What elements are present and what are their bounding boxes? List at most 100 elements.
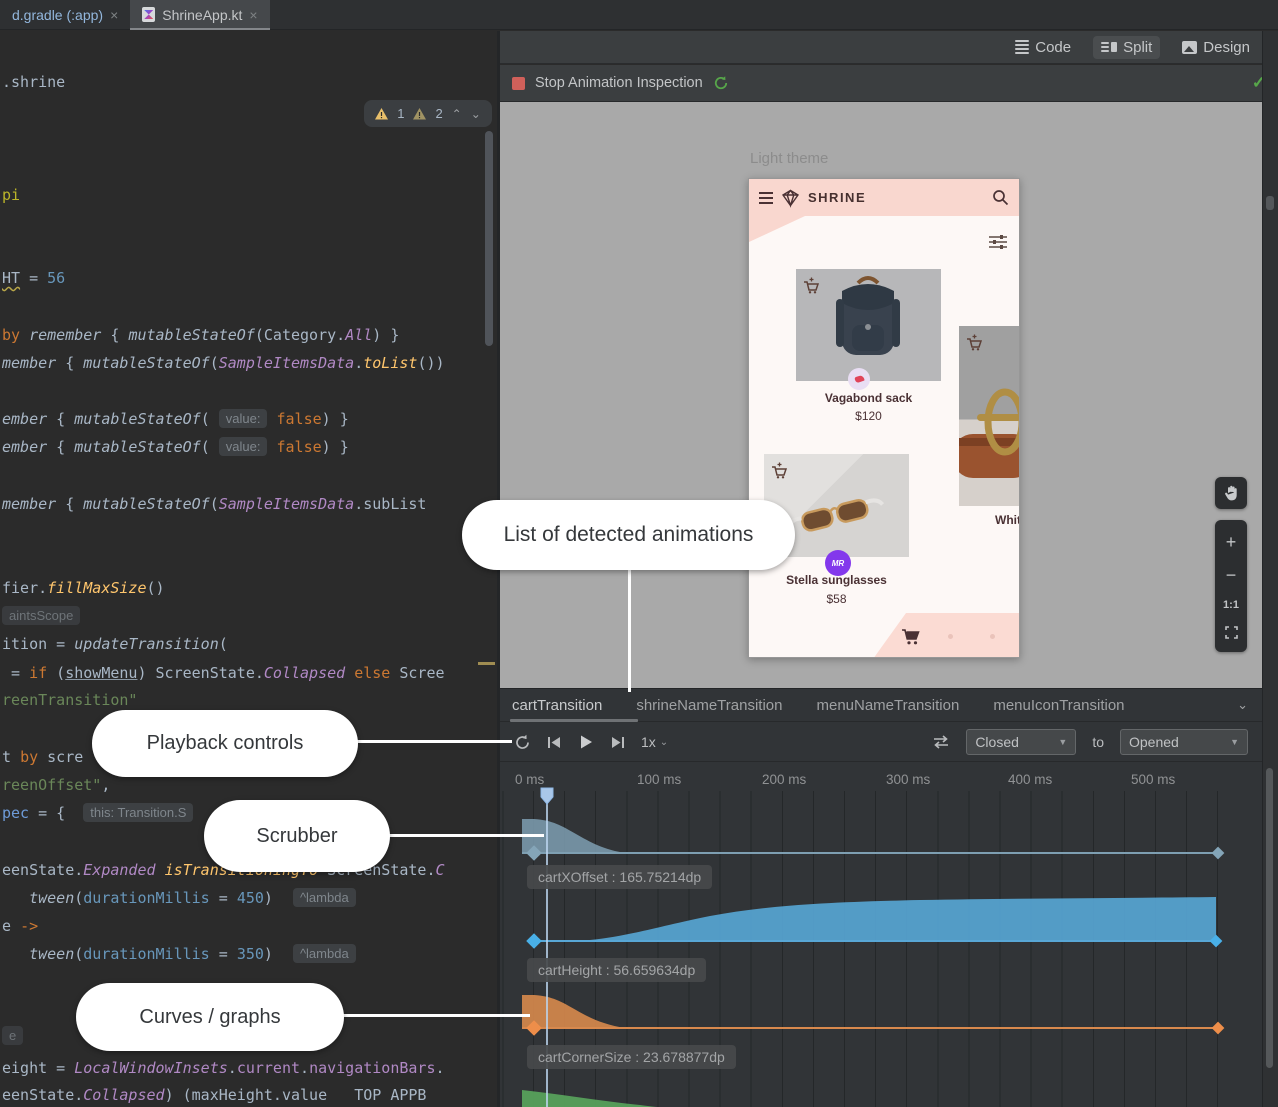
- code-line: tween(durationMillis = 450)^lambda: [2, 887, 356, 909]
- code-line: tween(durationMillis = 350)^lambda: [2, 943, 356, 965]
- fold-marker: [478, 662, 495, 665]
- skip-to-end-icon[interactable]: [610, 735, 625, 750]
- editor-vertical-scrollbar[interactable]: [485, 131, 493, 346]
- code-line: .shrine: [2, 71, 65, 93]
- chevron-down-icon[interactable]: ⌄: [1237, 697, 1248, 713]
- code-line: eight = LocalWindowInsets.current.naviga…: [2, 1057, 445, 1079]
- shrine-app-bar: SHRINE: [749, 179, 1019, 216]
- animation-preview-panel: cartTransition shrineNameTransition menu…: [500, 688, 1262, 1107]
- code-line: reenOffset",: [2, 774, 110, 796]
- stop-icon[interactable]: [512, 77, 525, 90]
- android-studio-window: d.gradle (:app) × ShrineApp.kt × .shrine…: [0, 0, 1278, 1107]
- product-card-belt[interactable]: [959, 326, 1020, 506]
- code-line: pi: [2, 184, 20, 206]
- scrubber-handle[interactable]: [541, 788, 553, 804]
- code-line: reenTransition": [2, 689, 137, 711]
- code-line: member { mutableStateOf(SampleItemsData.…: [2, 352, 445, 374]
- curve-cartXOffset: [522, 819, 1218, 853]
- callout-line-playback: [356, 740, 512, 743]
- add-to-cart-icon[interactable]: [966, 334, 983, 351]
- design-mode-label: Design: [1203, 39, 1250, 56]
- code-mode-icon: [1015, 40, 1029, 54]
- prev-warning-icon[interactable]: ⌃: [452, 107, 462, 121]
- playback-speed-dropdown[interactable]: 1x ⌄: [641, 734, 668, 750]
- chevron-down-icon: ⌄: [660, 737, 668, 748]
- tab-shrineapp-label: ShrineApp.kt: [162, 7, 242, 23]
- cart-bottom-bar[interactable]: [873, 613, 1020, 658]
- code-layer: .shrinepiHT = 56by remember { mutableSta…: [0, 31, 497, 1107]
- close-icon[interactable]: ×: [110, 7, 118, 23]
- code-line: eenState.Collapsed) (maxHeight.value TOP…: [2, 1084, 426, 1106]
- add-to-cart-icon[interactable]: [771, 462, 788, 479]
- from-state-value: Closed: [975, 734, 1019, 750]
- keyframe-diamond[interactable]: [526, 933, 542, 949]
- product-card-vagabond[interactable]: [796, 269, 941, 381]
- code-line: = if (showMenu) ScreenState.Collapsed el…: [2, 662, 445, 684]
- zoom-controls: + − 1:1: [1215, 520, 1247, 652]
- tab-cart-transition[interactable]: cartTransition: [512, 697, 602, 714]
- animation-tabs: cartTransition shrineNameTransition menu…: [500, 689, 1262, 722]
- gutter-mark: [1266, 196, 1274, 210]
- zoom-out-button[interactable]: −: [1226, 566, 1237, 584]
- code-line: by remember { mutableStateOf(Category.Al…: [2, 324, 399, 346]
- to-state-dropdown[interactable]: Opened ▼: [1120, 729, 1248, 755]
- filter-tune-icon[interactable]: [989, 234, 1007, 250]
- skip-to-start-icon[interactable]: [547, 735, 562, 750]
- curve-value-chip: cartHeight : 56.659634dp: [527, 958, 706, 982]
- warning-count-1: 1: [397, 106, 404, 121]
- close-icon[interactable]: ×: [249, 7, 257, 23]
- cart-item-dot: [948, 634, 953, 639]
- keyframe-diamond[interactable]: [1212, 847, 1225, 860]
- from-state-dropdown[interactable]: Closed ▼: [966, 729, 1076, 755]
- design-mode-button[interactable]: Design: [1174, 36, 1258, 59]
- stop-animation-inspection-label[interactable]: Stop Animation Inspection: [535, 75, 703, 91]
- to-state-value: Opened: [1129, 734, 1179, 750]
- loop-icon[interactable]: [514, 734, 531, 751]
- speed-value: 1x: [641, 734, 656, 750]
- editor-tab-bar: d.gradle (:app) × ShrineApp.kt ×: [0, 0, 1278, 30]
- next-warning-icon[interactable]: ⌄: [471, 107, 481, 121]
- tab-menu-name-transition[interactable]: menuNameTransition: [816, 697, 959, 714]
- tab-build-gradle[interactable]: d.gradle (:app) ×: [0, 0, 130, 29]
- product-name: Vagabond sack: [796, 391, 941, 405]
- split-mode-button[interactable]: Split: [1093, 36, 1160, 59]
- designer-badge: [848, 368, 870, 390]
- product-price: $120: [796, 409, 941, 423]
- zoom-actual-size-button[interactable]: 1:1: [1223, 599, 1239, 611]
- preview-canvas[interactable]: Light theme Va: [500, 102, 1262, 688]
- pan-tool-button[interactable]: [1215, 477, 1247, 509]
- tab-menu-icon-transition[interactable]: menuIconTransition: [993, 697, 1124, 714]
- weak-warning-icon: [413, 108, 426, 120]
- code-line: aintsScope: [2, 605, 80, 627]
- design-mode-icon: [1182, 41, 1197, 54]
- panel-vertical-scrollbar[interactable]: [1266, 768, 1273, 1068]
- add-to-cart-icon[interactable]: [803, 277, 820, 294]
- tab-shrineapp-kt[interactable]: ShrineApp.kt ×: [130, 0, 269, 29]
- code-line: member { mutableStateOf(SampleItemsData.…: [2, 493, 426, 515]
- code-line: t by scre: [2, 746, 83, 768]
- product-name: Stella sunglasses: [764, 573, 909, 587]
- refresh-icon[interactable]: [713, 75, 729, 91]
- search-icon[interactable]: [992, 189, 1009, 206]
- warning-icon: [375, 108, 388, 120]
- curve-cartHeight: [534, 897, 1216, 941]
- inspection-warnings-widget[interactable]: 1 2 ⌃ ⌄: [364, 100, 492, 127]
- zoom-to-fit-icon[interactable]: [1225, 626, 1238, 639]
- play-icon[interactable]: [578, 734, 594, 750]
- menu-icon[interactable]: [759, 192, 773, 204]
- callout-list-of-detected-animations: List of detected animations: [462, 500, 795, 570]
- split-mode-icon: [1101, 42, 1117, 52]
- callout-line-scrubber: [388, 834, 544, 837]
- code-line: ition = updateTransition(: [2, 633, 228, 655]
- callout-curves-graphs: Curves / graphs: [76, 983, 344, 1051]
- callout-line-curves: [342, 1014, 530, 1017]
- split-mode-label: Split: [1123, 39, 1152, 56]
- zoom-in-button[interactable]: +: [1226, 533, 1237, 551]
- code-mode-button[interactable]: Code: [1007, 36, 1079, 59]
- kotlin-file-icon: [142, 7, 155, 22]
- keyframe-diamond[interactable]: [1212, 1022, 1225, 1035]
- chevron-down-icon: ▼: [1058, 737, 1067, 747]
- swap-states-icon[interactable]: [932, 735, 950, 749]
- tab-shrine-name-transition[interactable]: shrineNameTransition: [636, 697, 782, 714]
- code-editor[interactable]: .shrinepiHT = 56by remember { mutableSta…: [0, 31, 497, 1107]
